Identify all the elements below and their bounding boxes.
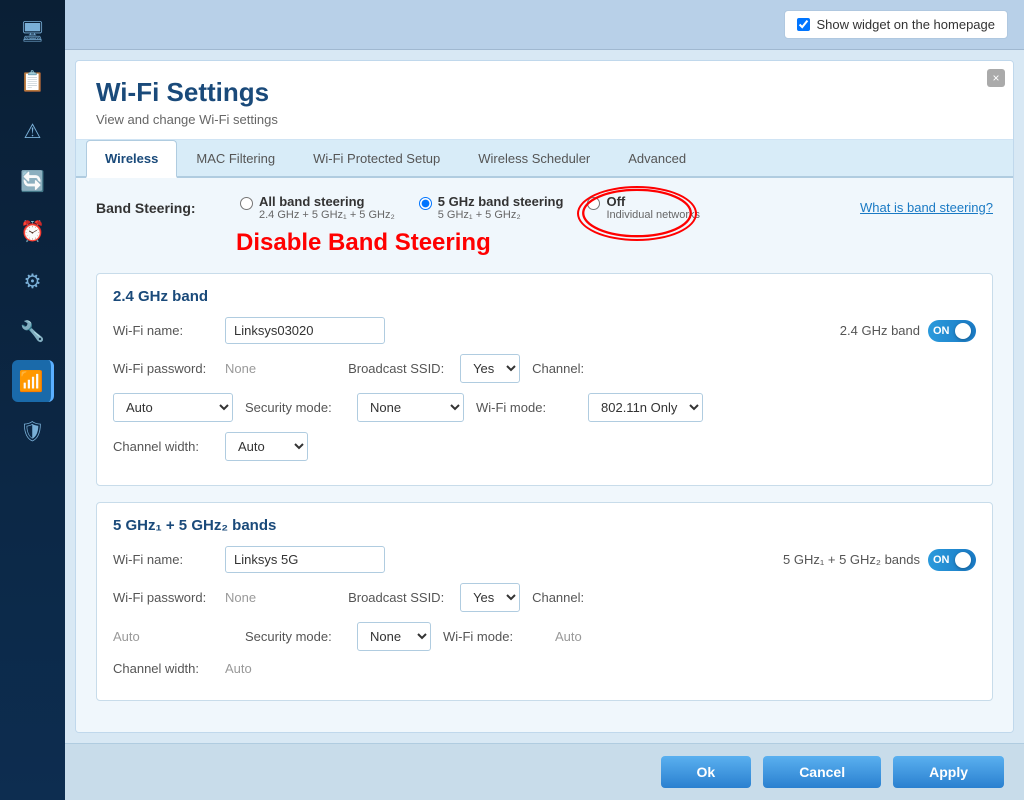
sidebar-icon-router[interactable]: 🖥: [12, 10, 54, 52]
band-steering-row: Band Steering: All band steering 2.4 GHz…: [96, 194, 993, 221]
band-steering-label: Band Steering:: [96, 200, 216, 216]
main-wrapper: Show widget on the homepage × Wi-Fi Sett…: [65, 0, 1024, 800]
band-5g-band-label: 5 GHz₁ + 5 GHz₂ bands: [783, 552, 920, 567]
radio-off-band[interactable]: Off Individual networks: [587, 194, 700, 221]
band-5g-security-select[interactable]: None WPA2: [357, 622, 431, 651]
tab-wireless[interactable]: Wireless: [86, 140, 177, 178]
band-24-settings-row: Auto Security mode: None WPA2 WPA/WPA2 W…: [113, 393, 976, 422]
band-5g-width-label: Channel width:: [113, 661, 213, 676]
band-24-name-input[interactable]: [225, 317, 385, 344]
radio-off-band-input[interactable]: [587, 197, 600, 210]
tab-advanced[interactable]: Advanced: [609, 140, 705, 176]
band-24-title: 2.4 GHz band: [113, 288, 976, 305]
radio-5ghz-band[interactable]: 5 GHz band steering 5 GHz₁ + 5 GHz₂: [419, 194, 564, 221]
ok-button[interactable]: Ok: [661, 756, 752, 788]
scroll-area: Band Steering: All band steering 2.4 GHz…: [76, 178, 1013, 732]
radio-5ghz-band-input[interactable]: [419, 197, 432, 210]
radio-off-label: Off: [606, 194, 700, 209]
band-5g-toggle[interactable]: ON: [928, 549, 976, 571]
band-24-password-label: Wi-Fi password:: [113, 361, 213, 376]
footer: Ok Cancel Apply: [65, 743, 1024, 800]
tab-mac-filtering[interactable]: MAC Filtering: [177, 140, 294, 176]
band-24-password-row: Wi-Fi password: None Broadcast SSID: Yes…: [113, 354, 976, 383]
close-button[interactable]: ×: [987, 69, 1005, 87]
band-5g-title: 5 GHz₁ + 5 GHz₂ bands: [113, 517, 976, 534]
band-5g-broadcast-select[interactable]: Yes No: [460, 583, 520, 612]
band-24-channel-select[interactable]: Auto: [113, 393, 233, 422]
radio-all-band-sub: 2.4 GHz + 5 GHz₁ + 5 GHz₂: [259, 209, 395, 221]
show-widget-label: Show widget on the homepage: [816, 17, 995, 32]
band-24-security-select[interactable]: None WPA2 WPA/WPA2: [357, 393, 464, 422]
band-24-name-label: Wi-Fi name:: [113, 323, 213, 338]
radio-all-band-input[interactable]: [240, 197, 253, 210]
band-24-name-row: Wi-Fi name: 2.4 GHz band ON: [113, 317, 976, 344]
apply-button[interactable]: Apply: [893, 756, 1004, 788]
top-bar: Show widget on the homepage: [65, 0, 1024, 50]
sidebar: 🖥 📋 ⚠ 🔄 ⏰ ⚙ 🔧 📶 🛡: [0, 0, 65, 800]
band-24-toggle-row: 2.4 GHz band ON: [840, 320, 976, 342]
band-5g-password-row: Wi-Fi password: None Broadcast SSID: Yes…: [113, 583, 976, 612]
sidebar-icon-settings[interactable]: ⚙: [12, 260, 54, 302]
show-widget-container[interactable]: Show widget on the homepage: [784, 10, 1008, 39]
band-5g-settings-row: Auto Security mode: None WPA2 Wi-Fi mode…: [113, 622, 976, 651]
band-5g-toggle-row: 5 GHz₁ + 5 GHz₂ bands ON: [783, 549, 976, 571]
band-24-broadcast-label: Broadcast SSID:: [348, 361, 448, 376]
tabs-bar: Wireless MAC Filtering Wi-Fi Protected S…: [76, 140, 1013, 178]
show-widget-checkbox[interactable]: [797, 18, 810, 31]
band-5g-broadcast-label: Broadcast SSID:: [348, 590, 448, 605]
band-5g-channel-auto: Auto: [113, 629, 233, 644]
band-5g-name-row: Wi-Fi name: 5 GHz₁ + 5 GHz₂ bands ON: [113, 546, 976, 573]
band-24-wifi-mode-label: Wi-Fi mode:: [476, 400, 576, 415]
band-24-broadcast-select[interactable]: Yes No: [460, 354, 520, 383]
band-24-wifi-mode-select[interactable]: 802.11n Only Auto: [588, 393, 703, 422]
radio-all-band[interactable]: All band steering 2.4 GHz + 5 GHz₁ + 5 G…: [240, 194, 395, 221]
sidebar-icon-tools[interactable]: 🔧: [12, 310, 54, 352]
band-5g-wifi-mode-label: Wi-Fi mode:: [443, 629, 543, 644]
cancel-button[interactable]: Cancel: [763, 756, 881, 788]
band-24-security-label: Security mode:: [245, 400, 345, 415]
band-5g-name-input[interactable]: [225, 546, 385, 573]
band-5g-section: 5 GHz₁ + 5 GHz₂ bands Wi-Fi name: 5 GHz₁…: [96, 502, 993, 701]
sidebar-icon-clock[interactable]: ⏰: [12, 210, 54, 252]
band-5g-name-label: Wi-Fi name:: [113, 552, 213, 567]
band-5g-toggle-label: ON: [933, 554, 950, 566]
what-is-link[interactable]: What is band steering?: [860, 200, 993, 215]
tab-wifi-protected[interactable]: Wi-Fi Protected Setup: [294, 140, 459, 176]
sidebar-icon-shield[interactable]: 🛡: [12, 410, 54, 452]
sidebar-icon-warning[interactable]: ⚠: [12, 110, 54, 152]
band-24-width-row: Channel width: Auto 20 MHz 40 MHz: [113, 432, 976, 461]
band-24-toggle-label: ON: [933, 325, 950, 337]
panel-header: Wi-Fi Settings View and change Wi-Fi set…: [76, 61, 1013, 140]
tab-wireless-scheduler[interactable]: Wireless Scheduler: [459, 140, 609, 176]
page-title: Wi-Fi Settings: [96, 77, 993, 108]
band-5g-channel-label: Channel:: [532, 590, 632, 605]
page-subtitle: View and change Wi-Fi settings: [96, 112, 993, 127]
band-24-band-label: 2.4 GHz band: [840, 323, 920, 338]
radio-5ghz-label: 5 GHz band steering: [438, 194, 564, 209]
disable-band-steering-text: Disable Band Steering: [236, 229, 993, 257]
band-24-width-label: Channel width:: [113, 439, 213, 454]
band-5g-security-label: Security mode:: [245, 629, 345, 644]
content-panel: × Wi-Fi Settings View and change Wi-Fi s…: [75, 60, 1014, 733]
band-24-password-value: None: [225, 361, 256, 376]
band-24-toggle[interactable]: ON: [928, 320, 976, 342]
radio-all-band-label: All band steering: [259, 194, 395, 209]
radio-off-sub: Individual networks: [606, 209, 700, 221]
band-24-channel-label: Channel:: [532, 361, 632, 376]
band-5g-password-value: None: [225, 590, 256, 605]
sidebar-icon-devices[interactable]: 📋: [12, 60, 54, 102]
band-5g-width-value: Auto: [225, 661, 252, 676]
radio-5ghz-sub: 5 GHz₁ + 5 GHz₂: [438, 209, 564, 221]
band-24-section: 2.4 GHz band Wi-Fi name: 2.4 GHz band ON…: [96, 273, 993, 486]
band-24-width-select[interactable]: Auto 20 MHz 40 MHz: [225, 432, 308, 461]
band-5g-password-label: Wi-Fi password:: [113, 590, 213, 605]
off-option-wrapper: Off Individual networks: [587, 194, 700, 221]
sidebar-icon-wifi[interactable]: 📶: [12, 360, 54, 402]
sidebar-icon-sync[interactable]: 🔄: [12, 160, 54, 202]
band-5g-width-row: Channel width: Auto: [113, 661, 976, 676]
band-5g-wifi-mode-value: Auto: [555, 629, 582, 644]
